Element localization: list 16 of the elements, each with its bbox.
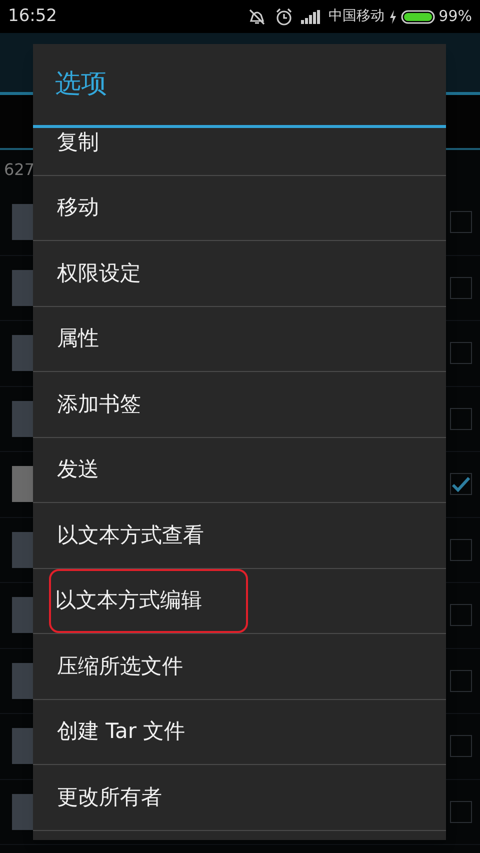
battery-percent: 99% [438,6,472,28]
menu-item[interactable]: 以文本方式编辑 [51,571,246,630]
item-count: 627 [4,159,35,181]
menu-item[interactable]: 权限设定 [55,258,143,289]
menu-item[interactable]: 更改所有者 [55,782,164,813]
carrier-name: 中国移动 [328,7,385,26]
menu-item[interactable]: 添加书签 [55,388,143,420]
menu-item[interactable]: 移动 [55,192,101,224]
menu-item[interactable]: 以文本方式查看 [55,520,206,551]
menu-item[interactable]: 压缩所选文件 [55,650,185,682]
dialog-title: 选项 [55,68,107,101]
menu-item[interactable]: 复制 [55,128,101,158]
status-time: 16:52 [8,4,57,28]
menu-item[interactable]: 属性 [55,323,101,354]
menu-item[interactable]: 发送 [55,454,101,486]
menu-item[interactable]: 创建 Tar 文件 [55,716,188,748]
